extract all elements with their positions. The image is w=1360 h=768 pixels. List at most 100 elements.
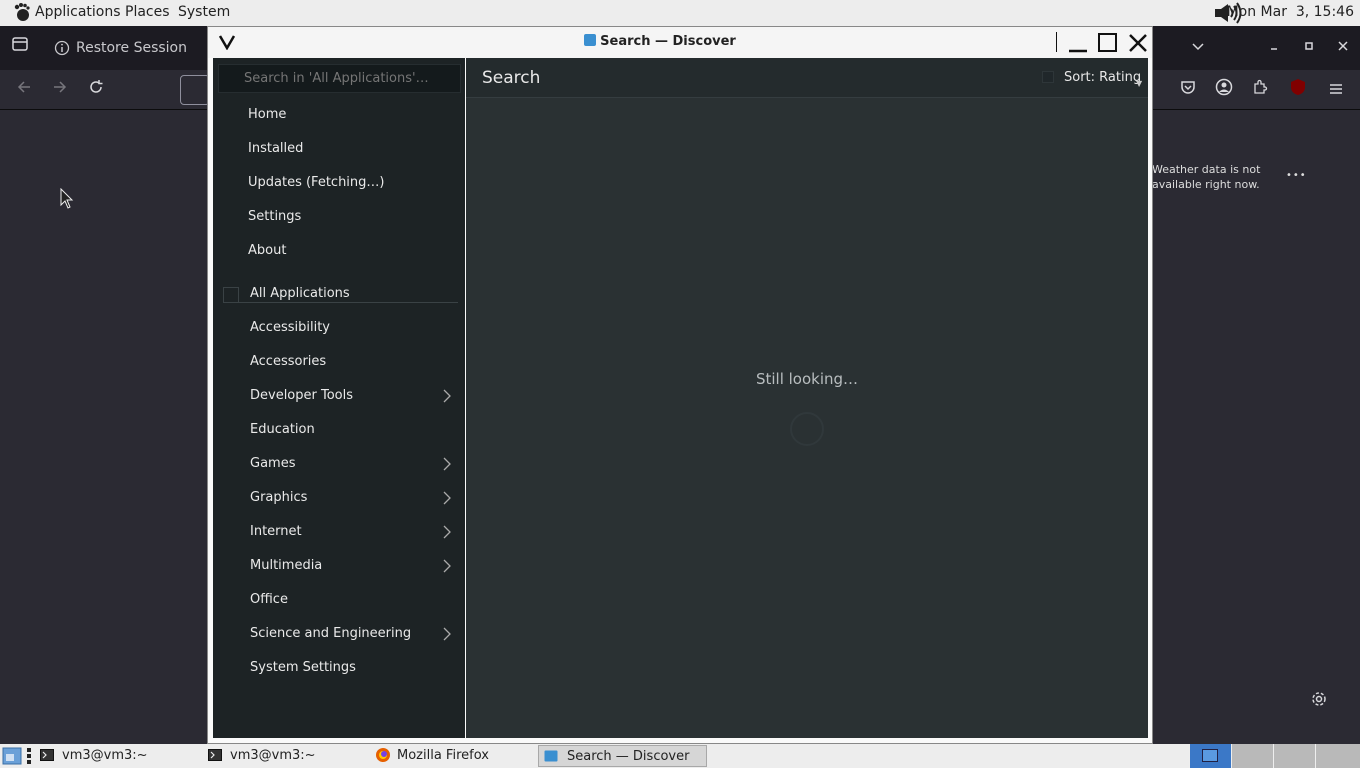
category-games[interactable]: Games	[213, 447, 465, 481]
category-all-applications[interactable]: All Applications	[213, 277, 465, 311]
ublock-icon[interactable]	[1286, 78, 1310, 102]
account-icon[interactable]	[1212, 78, 1236, 102]
menu-applications[interactable]: Applications	[35, 4, 121, 20]
info-icon	[54, 40, 70, 56]
show-desktop-icon[interactable]	[2, 747, 22, 765]
workspace-2[interactable]	[1231, 744, 1273, 768]
extensions-icon[interactable]	[1248, 78, 1272, 102]
category-accessories[interactable]: Accessories	[213, 345, 465, 379]
titlebar-divider	[1056, 32, 1057, 52]
task-terminal-2[interactable]: vm3@vm3:~	[206, 745, 366, 767]
task-label: Mozilla Firefox	[397, 748, 489, 763]
category-label: All Applications	[250, 286, 350, 301]
taskbar-handle[interactable]	[27, 748, 31, 764]
menu-places[interactable]: Places	[125, 4, 170, 20]
workspace-1[interactable]	[1189, 744, 1231, 768]
settings-gear-icon[interactable]	[1307, 690, 1331, 714]
main-content: Still looking…	[466, 98, 1148, 738]
sort-button[interactable]: Sort: Rating	[1064, 70, 1141, 85]
forward-icon[interactable]	[48, 78, 72, 102]
all-applications-icon	[223, 287, 239, 303]
chevron-right-icon	[443, 457, 451, 471]
tab-list-icon[interactable]	[8, 35, 32, 59]
window-titlebar[interactable]: Search — Discover	[208, 27, 1152, 58]
close-icon[interactable]	[1331, 35, 1355, 59]
category-developer-tools[interactable]: Developer Tools	[213, 379, 465, 413]
minimize-icon[interactable]	[1262, 35, 1286, 59]
category-label: Graphics	[250, 490, 308, 505]
window-maximize-icon[interactable]	[1096, 31, 1120, 55]
window-title-text: Search — Discover	[600, 34, 736, 49]
task-label: Search — Discover	[567, 749, 690, 764]
chevron-right-icon	[443, 627, 451, 641]
maximize-icon[interactable]	[1297, 35, 1321, 59]
loading-status: Still looking…	[755, 370, 859, 388]
workspace-window-thumbnail	[1202, 749, 1218, 762]
nav-about[interactable]: About	[213, 234, 465, 268]
more-options-icon[interactable]: •••	[1286, 170, 1307, 181]
chevron-right-icon	[443, 525, 451, 539]
window-minimize-icon[interactable]	[1066, 31, 1090, 55]
category-office[interactable]: Office	[213, 583, 465, 617]
category-education[interactable]: Education	[213, 413, 465, 447]
nav-label: Settings	[248, 209, 302, 224]
category-system-settings[interactable]: System Settings	[213, 651, 465, 685]
task-label: vm3@vm3:~	[62, 748, 148, 763]
category-multimedia[interactable]: Multimedia	[213, 549, 465, 583]
nav-home[interactable]: Home	[213, 98, 465, 132]
weather-line-2: available right now.	[1152, 178, 1260, 191]
clock[interactable]: Mon Mar 3, 15:46	[1227, 4, 1354, 20]
chevron-down-icon[interactable]	[1186, 35, 1210, 59]
weather-line-1: Weather data is not	[1152, 163, 1261, 176]
category-graphics[interactable]: Graphics	[213, 481, 465, 515]
pocket-icon[interactable]	[1176, 78, 1200, 102]
weather-widget: Weather data is not available right now.	[1152, 162, 1282, 192]
nav-updates[interactable]: Updates (Fetching…)	[213, 166, 465, 200]
terminal-icon	[208, 749, 222, 761]
url-bar[interactable]	[180, 75, 210, 105]
category-label: Internet	[250, 524, 302, 539]
tab-label: Restore Session	[76, 40, 187, 56]
reload-icon[interactable]	[84, 78, 108, 102]
category-label: Education	[250, 422, 315, 437]
sort-dropdown-caret-icon[interactable]: ▼	[1136, 79, 1142, 88]
category-label: System Settings	[250, 660, 356, 675]
task-terminal-1[interactable]: vm3@vm3:~	[38, 745, 198, 767]
discover-app-icon	[544, 750, 558, 762]
category-label: Science and Engineering	[250, 626, 412, 641]
chevron-right-icon	[443, 491, 451, 505]
category-accessibility[interactable]: Accessibility	[213, 311, 465, 345]
firefox-tab-restore-session[interactable]: Restore Session	[42, 26, 208, 70]
discover-app-icon	[584, 34, 597, 46]
nav-installed[interactable]: Installed	[213, 132, 465, 166]
top-panel: Applications Places System Mon Mar 3, 15…	[0, 0, 1360, 26]
task-discover[interactable]: Search — Discover	[538, 745, 707, 767]
task-label: vm3@vm3:~	[230, 748, 316, 763]
bottom-taskbar: vm3@vm3:~ vm3@vm3:~ Mozilla Firefox Sear…	[0, 744, 1360, 768]
back-icon[interactable]	[12, 78, 36, 102]
busy-spinner-icon	[790, 412, 824, 446]
category-label: Office	[250, 592, 288, 607]
chevron-right-icon	[443, 389, 451, 403]
menu-system[interactable]: System	[178, 4, 230, 20]
category-label: Accessories	[250, 354, 327, 369]
gnome-foot-icon[interactable]	[12, 2, 32, 22]
category-science-and-engineering[interactable]: Science and Engineering	[213, 617, 465, 651]
firefox-icon	[376, 748, 390, 762]
window-title: Search — Discover	[208, 34, 1112, 49]
workspace-4[interactable]	[1315, 744, 1360, 768]
hamburger-menu-icon[interactable]	[1324, 78, 1348, 102]
category-label: Games	[250, 456, 296, 471]
terminal-icon	[40, 749, 54, 761]
search-input[interactable]	[218, 64, 461, 93]
nav-label: Updates (Fetching…)	[248, 175, 385, 190]
window-close-icon[interactable]	[1126, 31, 1150, 55]
nav-settings[interactable]: Settings	[213, 200, 465, 234]
workspace-3[interactable]	[1273, 744, 1315, 768]
task-firefox[interactable]: Mozilla Firefox	[373, 745, 533, 767]
chevron-right-icon	[443, 559, 451, 573]
category-label: Accessibility	[250, 320, 330, 335]
category-internet[interactable]: Internet	[213, 515, 465, 549]
category-label: Developer Tools	[250, 388, 354, 403]
nav-label: Installed	[248, 141, 304, 156]
